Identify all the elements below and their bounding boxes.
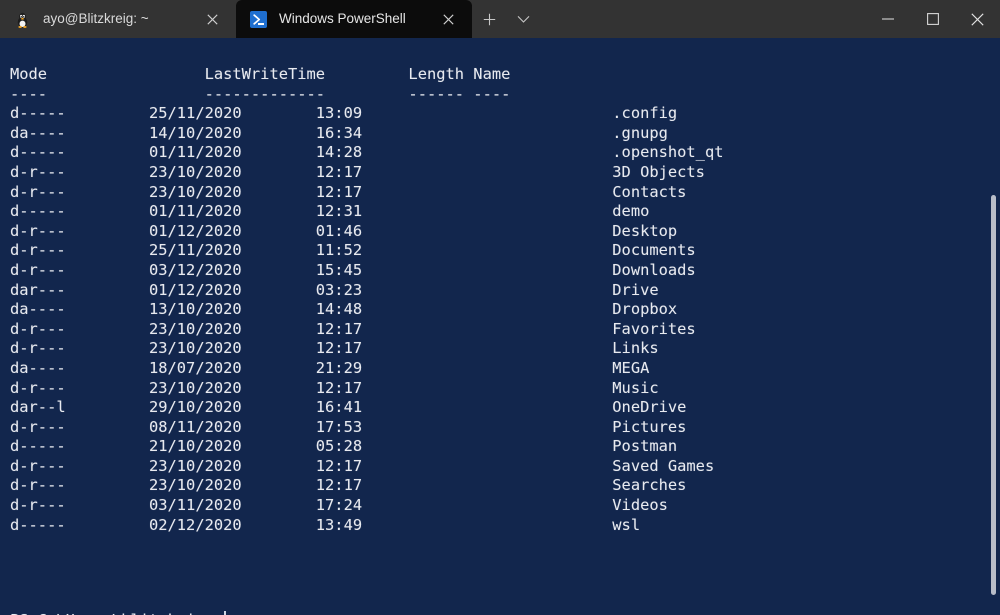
- titlebar: ayo@Blitzkreig: ~ Windows PowerShell: [0, 0, 1000, 38]
- powershell-icon: [250, 10, 267, 28]
- terminal-pane[interactable]: Mode LastWriteTime Length Name ---- ----…: [0, 38, 1000, 615]
- window-controls: [865, 0, 1000, 38]
- close-icon[interactable]: [198, 5, 226, 33]
- chevron-down-icon[interactable]: [506, 0, 540, 38]
- minimize-icon[interactable]: [865, 0, 910, 38]
- text-cursor: [224, 611, 227, 615]
- titlebar-drag-region[interactable]: [540, 0, 865, 38]
- scrollbar-thumb[interactable]: [991, 195, 996, 595]
- close-icon[interactable]: [434, 5, 462, 33]
- tab-title: Windows PowerShell: [279, 11, 406, 26]
- close-icon[interactable]: [955, 0, 1000, 38]
- new-tab-icon[interactable]: [472, 0, 506, 38]
- terminal-window: ayo@Blitzkreig: ~ Windows PowerShell Mod…: [0, 0, 1000, 615]
- command-prompt-line[interactable]: PS C:\Users\blitzkrieg>: [10, 611, 227, 615]
- scrollbar[interactable]: [988, 38, 1000, 615]
- tab-title: ayo@Blitzkreig: ~: [43, 11, 149, 26]
- maximize-icon[interactable]: [910, 0, 955, 38]
- tab-wsl[interactable]: ayo@Blitzkreig: ~: [0, 0, 236, 38]
- tux-icon: [14, 11, 31, 28]
- directory-listing-output: Mode LastWriteTime Length Name ---- ----…: [10, 65, 724, 534]
- tab-strip: ayo@Blitzkreig: ~ Windows PowerShell: [0, 0, 472, 38]
- tab-powershell[interactable]: Windows PowerShell: [236, 0, 472, 38]
- prompt-string: PS C:\Users\blitzkrieg>: [10, 611, 223, 615]
